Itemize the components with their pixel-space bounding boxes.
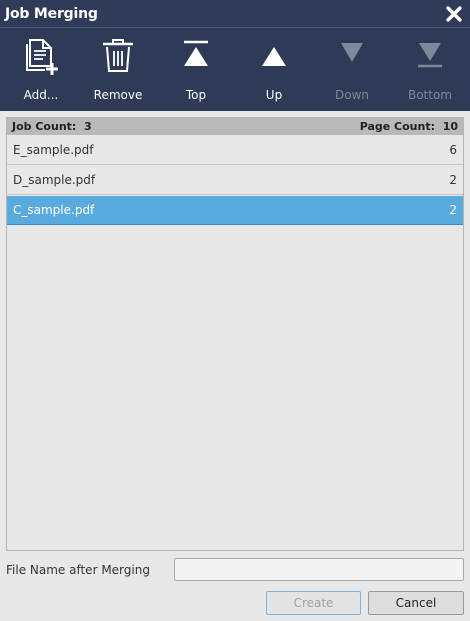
down-button[interactable]: Down (313, 28, 391, 111)
page-count-cell: 2 (449, 173, 457, 187)
page-count-value: 10 (442, 120, 458, 133)
cancel-button[interactable]: Cancel (368, 591, 464, 615)
window-title: Job Merging (5, 6, 98, 22)
file-name: C_sample.pdf (13, 203, 95, 217)
list-item-selected[interactable]: C_sample.pdf 2 (7, 196, 463, 225)
up-button[interactable]: Up (235, 28, 313, 111)
page-count-cell: 6 (449, 143, 457, 157)
add-label: Add... (23, 88, 59, 102)
trash-icon (103, 39, 133, 72)
move-bottom-icon (418, 43, 442, 68)
toolbar: Add... Remove Top Up Down Bottom (0, 28, 470, 111)
job-count-label: Job Count: (12, 120, 77, 133)
add-button[interactable]: Add... (2, 28, 80, 111)
up-label: Up (265, 88, 283, 102)
page-count-label: Page Count: (359, 120, 436, 133)
move-down-icon (341, 43, 363, 62)
down-label: Down (334, 88, 369, 102)
job-count-value: 3 (83, 120, 92, 133)
top-button[interactable]: Top (157, 28, 235, 111)
title-bar: Job Merging (0, 0, 470, 28)
file-name-field[interactable] (174, 558, 464, 581)
move-top-icon (184, 40, 208, 66)
job-count: Job Count: 3 (12, 120, 92, 133)
remove-label: Remove (93, 88, 143, 102)
close-icon[interactable] (444, 4, 464, 24)
job-list-header: Job Count: 3 Page Count: 10 (7, 118, 463, 135)
move-up-icon (262, 47, 286, 66)
bottom-button[interactable]: Bottom (391, 28, 469, 111)
file-name-label: File Name after Merging (6, 563, 150, 577)
create-button[interactable]: Create (266, 591, 361, 615)
top-label: Top (185, 88, 207, 102)
file-name: D_sample.pdf (13, 173, 96, 187)
job-list[interactable]: Job Count: 3 Page Count: 10 E_sample.pdf… (6, 117, 464, 551)
page-count: Page Count: 10 (360, 120, 458, 133)
bottom-label: Bottom (407, 88, 452, 102)
file-name: E_sample.pdf (13, 143, 94, 157)
list-item[interactable]: E_sample.pdf 6 (7, 136, 463, 165)
list-item[interactable]: D_sample.pdf 2 (7, 166, 463, 195)
remove-button[interactable]: Remove (79, 28, 157, 111)
add-file-icon (26, 39, 58, 75)
page-count-cell: 2 (449, 203, 457, 217)
